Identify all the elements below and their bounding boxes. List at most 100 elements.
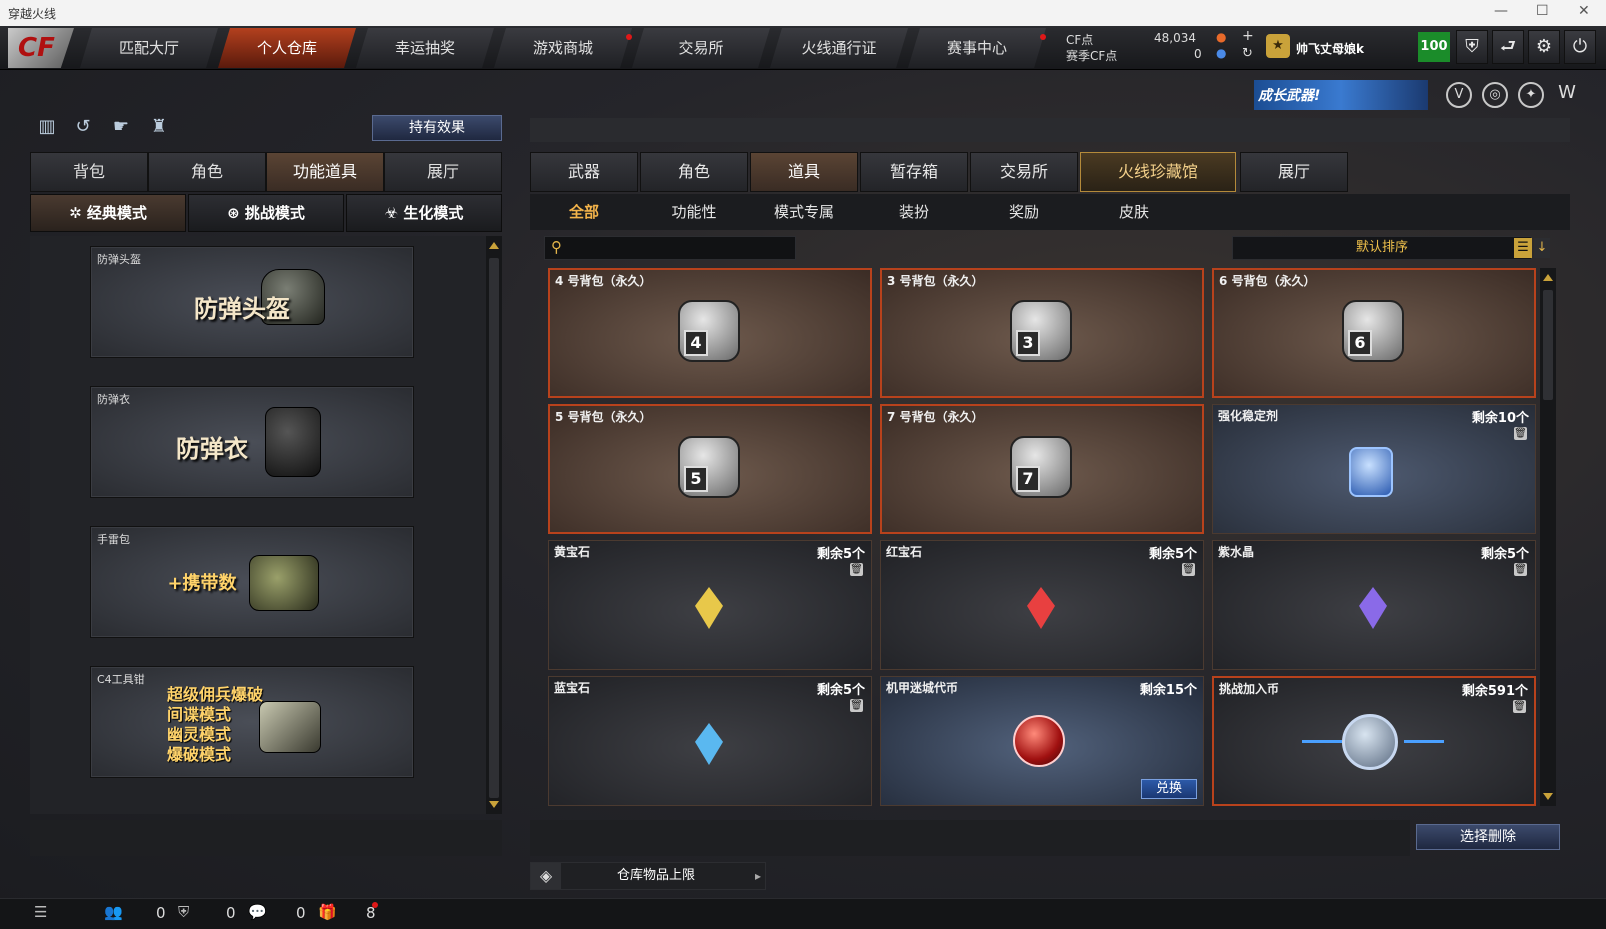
- badge-v-icon[interactable]: V: [1446, 82, 1472, 108]
- item-name: 5 号背包（永久）: [555, 410, 652, 424]
- growth-weapon-banner[interactable]: 成长武器!: [1254, 80, 1428, 110]
- backpack-icon: 5: [678, 436, 740, 498]
- search-input[interactable]: ⚲: [544, 236, 796, 260]
- item-card[interactable]: 6 号背包（永久） 6: [1212, 268, 1536, 398]
- globe-icon[interactable]: ◎: [1482, 82, 1508, 108]
- left-scrollbar[interactable]: [486, 236, 502, 814]
- subtab-rewards[interactable]: 奖励: [974, 196, 1074, 228]
- add-points-icon[interactable]: +: [1242, 28, 1254, 44]
- friends-icon[interactable]: 👥: [104, 903, 123, 921]
- maximize-icon[interactable]: ☐: [1536, 3, 1549, 19]
- trash-icon[interactable]: 🗑: [1513, 700, 1526, 713]
- friends-count: 0: [156, 904, 166, 922]
- right-tab-character[interactable]: 角色: [640, 152, 748, 192]
- list-view-icon[interactable]: ☰: [1514, 238, 1532, 258]
- nav-tab-shop[interactable]: 游戏商城: [494, 28, 632, 68]
- sort-direction-icon[interactable]: ↓: [1534, 238, 1550, 258]
- exchange-button[interactable]: 兑换: [1141, 779, 1197, 799]
- item-card[interactable]: 4 号背包（永久） 4: [548, 268, 872, 398]
- right-tab-storage[interactable]: 暂存箱: [860, 152, 968, 192]
- right-tab-collection[interactable]: 火线珍藏馆: [1080, 152, 1236, 192]
- clan-shield-icon[interactable]: ⛨: [178, 903, 189, 921]
- minimize-icon[interactable]: —: [1494, 3, 1508, 19]
- gear-icon[interactable]: ⚙: [1528, 30, 1560, 64]
- banner-text: 成长武器!: [1258, 88, 1321, 104]
- medal-icon[interactable]: ✦: [1518, 82, 1544, 108]
- scroll-thumb[interactable]: [489, 258, 499, 798]
- cf-points-value: 48,034: [1154, 31, 1196, 45]
- left-tab-showroom[interactable]: 展厅: [384, 152, 502, 192]
- subtab-functional[interactable]: 功能性: [644, 196, 744, 228]
- currency-panel: CF点 48,034 赛季CF点 0 ● ● + ↻: [1066, 28, 1256, 66]
- functional-item-list: 防弹头盔 防弹头盔 防弹衣 防弹衣 手雷包 +携带数 C4工具钳 超级佣兵爆破 …: [30, 236, 502, 814]
- item-card-caption: 防弹衣: [176, 435, 248, 463]
- subtab-dressup[interactable]: 装扮: [864, 196, 964, 228]
- item-quantity: 剩余591个: [1461, 684, 1528, 699]
- sort-dropdown[interactable]: 默认排序: [1232, 236, 1532, 260]
- item-card[interactable]: 黄宝石 剩余5个 🗑: [548, 540, 872, 670]
- trash-icon[interactable]: 🗑: [1514, 427, 1527, 440]
- item-card[interactable]: 5 号背包（永久） 5: [548, 404, 872, 534]
- nav-tab-events[interactable]: 赛事中心: [908, 28, 1046, 68]
- mode-tab-classic[interactable]: ✲ 经典模式: [30, 194, 186, 232]
- trash-icon[interactable]: 🗑: [850, 563, 863, 576]
- wing-v-icon[interactable]: W: [1554, 82, 1580, 108]
- item-card[interactable]: 强化稳定剂 剩余10个 🗑: [1212, 404, 1536, 534]
- nav-tab-pass[interactable]: 火线通行证: [770, 28, 908, 68]
- left-tab-character[interactable]: 角色: [148, 152, 266, 192]
- hold-effect-button[interactable]: 持有效果: [372, 115, 502, 141]
- item-card-helmet[interactable]: 防弹头盔 防弹头盔: [90, 246, 414, 358]
- scroll-down-icon[interactable]: [489, 801, 499, 808]
- nav-tab-lottery[interactable]: 幸运抽奖: [356, 28, 494, 68]
- menu-list-icon[interactable]: ☰: [34, 903, 47, 921]
- scroll-thumb[interactable]: [1543, 290, 1553, 400]
- nav-tab-exchange[interactable]: 交易所: [632, 28, 770, 68]
- stats-icon[interactable]: ▥: [34, 116, 60, 142]
- select-delete-button[interactable]: 选择删除: [1416, 824, 1560, 850]
- left-footer-bar: [30, 820, 502, 856]
- trash-icon[interactable]: 🗑: [1514, 563, 1527, 576]
- right-tab-items[interactable]: 道具: [750, 152, 858, 192]
- refresh-icon[interactable]: ↻: [1242, 46, 1253, 61]
- item-card[interactable]: 机甲迷城代币 剩余15个 兑换: [880, 676, 1204, 806]
- gift-icon[interactable]: 🎁: [318, 903, 337, 921]
- item-card[interactable]: 紫水晶 剩余5个 🗑: [1212, 540, 1536, 670]
- right-tab-showroom[interactable]: 展厅: [1240, 152, 1348, 192]
- power-icon[interactable]: ⏻: [1564, 30, 1596, 64]
- hand-icon[interactable]: ☛: [108, 116, 134, 142]
- window-title: 穿越火线: [8, 7, 57, 21]
- close-icon[interactable]: ✕: [1578, 3, 1590, 19]
- item-card-grenade-pack[interactable]: 手雷包 +携带数: [90, 526, 414, 638]
- chat-icon[interactable]: 💬: [248, 903, 267, 921]
- warehouse-capacity-row[interactable]: ◈ 仓库物品上限 ▸: [530, 862, 766, 890]
- shield-icon[interactable]: ⛨: [1456, 30, 1488, 64]
- right-tab-exchange[interactable]: 交易所: [970, 152, 1078, 192]
- item-card[interactable]: 挑战加入币 剩余591个 🗑: [1212, 676, 1536, 806]
- nav-tab-warehouse[interactable]: 个人仓库: [218, 28, 356, 68]
- right-scrollbar[interactable]: [1540, 268, 1556, 806]
- subtab-mode-exclusive[interactable]: 模式专属: [754, 196, 854, 228]
- scroll-up-icon[interactable]: [1543, 274, 1553, 281]
- return-icon[interactable]: ⮐: [1492, 30, 1524, 64]
- item-card-vest[interactable]: 防弹衣 防弹衣: [90, 386, 414, 498]
- left-tab-functional-items[interactable]: 功能道具: [266, 152, 384, 192]
- bag-icon[interactable]: ♜: [146, 116, 172, 142]
- subtab-all[interactable]: 全部: [534, 196, 634, 228]
- item-card[interactable]: 7 号背包（永久） 7: [880, 404, 1204, 534]
- scroll-down-icon[interactable]: [1543, 793, 1553, 800]
- item-card[interactable]: 3 号背包（永久） 3: [880, 268, 1204, 398]
- mode-tab-challenge[interactable]: ⊛ 挑战模式: [188, 194, 344, 232]
- history-icon[interactable]: ↺: [70, 116, 96, 142]
- item-card[interactable]: 蓝宝石 剩余5个 🗑: [548, 676, 872, 806]
- trash-icon[interactable]: 🗑: [1182, 563, 1195, 576]
- mode-tab-zombie[interactable]: ☣ 生化模式: [346, 194, 502, 232]
- subtab-skins[interactable]: 皮肤: [1084, 196, 1184, 228]
- user-panel[interactable]: ★ 帅飞丈母娘k: [1266, 30, 1416, 66]
- nav-tab-lobby[interactable]: 匹配大厅: [80, 28, 218, 68]
- left-tab-backpack[interactable]: 背包: [30, 152, 148, 192]
- scroll-up-icon[interactable]: [489, 242, 499, 249]
- item-card[interactable]: 红宝石 剩余5个 🗑: [880, 540, 1204, 670]
- trash-icon[interactable]: 🗑: [850, 699, 863, 712]
- item-card-c4-pliers[interactable]: C4工具钳 超级佣兵爆破 间谍模式 幽灵模式 爆破模式: [90, 666, 414, 778]
- right-tab-weapons[interactable]: 武器: [530, 152, 638, 192]
